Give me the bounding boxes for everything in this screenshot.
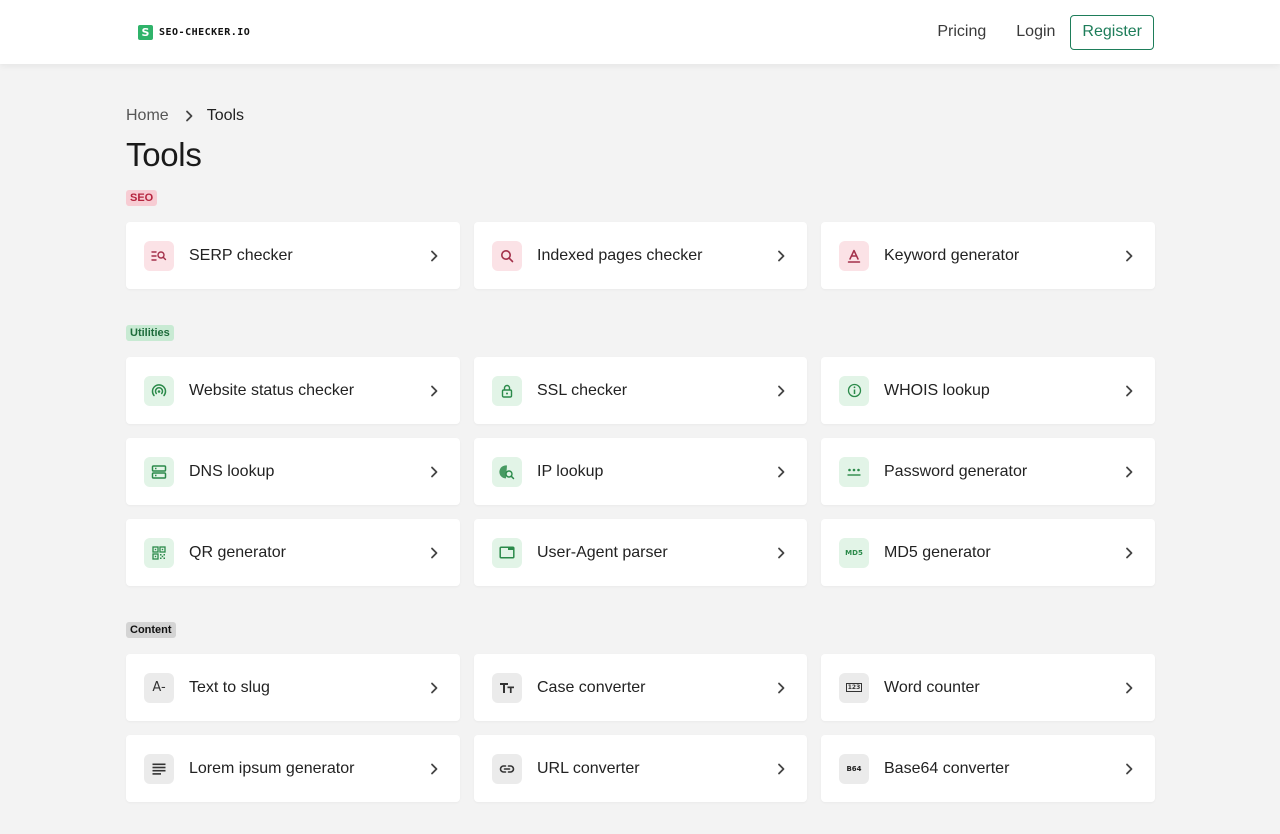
breadcrumb: Home Tools: [126, 106, 1154, 126]
chevron-right-icon: [775, 547, 787, 559]
slug-icon-text: A-: [152, 680, 166, 695]
tool-label: DNS lookup: [189, 462, 275, 480]
chevron-right-icon: [1123, 682, 1135, 694]
chevron-right-icon: [1123, 466, 1135, 478]
logo-link[interactable]: S SEO-CHECKER.IO: [138, 24, 251, 40]
tool-label: Text to slug: [189, 678, 270, 696]
tool-label: Word counter: [884, 678, 980, 696]
md5-icon-text: MD5: [845, 548, 863, 557]
chevron-right-icon: [185, 110, 193, 122]
tool-card-ssl-checker[interactable]: SSL checker: [474, 357, 807, 424]
page-title: Tools: [126, 136, 202, 173]
section-badge-content: Content: [126, 622, 176, 638]
tool-label: Lorem ipsum generator: [189, 759, 355, 777]
password-icon: [839, 456, 869, 487]
tool-card-user-agent-parser[interactable]: User-Agent parser: [474, 519, 807, 586]
chevron-right-icon: [428, 763, 440, 775]
qr-code-icon: [144, 537, 174, 568]
top-nav: Pricing Login Register: [922, 14, 1154, 50]
server-icon: [144, 456, 174, 487]
tool-card-qr-generator[interactable]: QR generator: [126, 519, 460, 586]
register-button[interactable]: Register: [1070, 14, 1154, 50]
lock-icon: [492, 375, 522, 406]
chevron-right-icon: [428, 547, 440, 559]
section-utilities: Utilities Website status checker SSL che…: [126, 323, 1155, 586]
tool-card-lorem-ipsum-generator[interactable]: Lorem ipsum generator: [126, 735, 460, 802]
tool-label: SSL checker: [537, 381, 628, 399]
breadcrumb-current: Tools: [206, 107, 245, 124]
section-seo: SEO SERP checker Indexed pages checker K…: [126, 188, 1155, 289]
tool-card-word-counter[interactable]: 123 Word counter: [821, 654, 1155, 721]
section-badge-utilities: Utilities: [126, 325, 174, 341]
section-badge-seo: SEO: [126, 190, 158, 206]
chevron-right-icon: [775, 682, 787, 694]
paragraph-icon: [144, 753, 174, 784]
tool-card-base64-converter[interactable]: B64 Base64 converter: [821, 735, 1155, 802]
link-icon: [492, 753, 522, 784]
chevron-right-icon: [775, 466, 787, 478]
tool-label: Base64 converter: [884, 759, 1010, 777]
base64-icon: B64: [839, 753, 869, 784]
chevron-right-icon: [1123, 547, 1135, 559]
tool-card-case-converter[interactable]: Case converter: [474, 654, 807, 721]
globe-search-icon: [492, 456, 522, 487]
tool-label: Password generator: [884, 462, 1028, 480]
chevron-right-icon: [1123, 763, 1135, 775]
logo-text: SEO-CHECKER.IO: [159, 26, 251, 38]
tool-label: Case converter: [537, 678, 646, 696]
tool-label: IP lookup: [537, 462, 604, 480]
tool-label: SERP checker: [189, 246, 293, 264]
nav-login-link[interactable]: Login: [1001, 23, 1070, 41]
tool-card-whois-lookup[interactable]: WHOIS lookup: [821, 357, 1155, 424]
breadcrumb-home-link[interactable]: Home: [126, 107, 169, 125]
chevron-right-icon: [428, 250, 440, 262]
md5-icon: MD5: [839, 537, 869, 568]
slug-icon: A-: [144, 672, 174, 703]
tool-label: MD5 generator: [884, 543, 991, 561]
tool-card-indexed-pages-checker[interactable]: Indexed pages checker: [474, 222, 807, 289]
tool-label: WHOIS lookup: [884, 381, 990, 399]
chevron-right-icon: [428, 385, 440, 397]
site-header: S SEO-CHECKER.IO Pricing Login Register: [0, 0, 1280, 64]
tool-card-url-converter[interactable]: URL converter: [474, 735, 807, 802]
tool-label: Website status checker: [189, 381, 355, 399]
tool-label: Indexed pages checker: [537, 246, 703, 264]
nav-pricing-link[interactable]: Pricing: [922, 23, 1001, 41]
tool-card-ip-lookup[interactable]: IP lookup: [474, 438, 807, 505]
chevron-right-icon: [775, 385, 787, 397]
search-icon: [492, 240, 522, 271]
chevron-right-icon: [1123, 250, 1135, 262]
tool-card-password-generator[interactable]: Password generator: [821, 438, 1155, 505]
tool-card-serp-checker[interactable]: SERP checker: [126, 222, 460, 289]
tool-label: Keyword generator: [884, 246, 1020, 264]
text-case-icon: [492, 672, 522, 703]
base64-icon-text: B64: [846, 764, 862, 773]
logo-mark-icon: S: [138, 24, 153, 40]
tool-label: QR generator: [189, 543, 286, 561]
section-content: Content A- Text to slug Case converter 1…: [126, 620, 1155, 802]
counter-icon: 123: [839, 672, 869, 703]
chevron-right-icon: [1123, 385, 1135, 397]
tool-card-text-to-slug[interactable]: A- Text to slug: [126, 654, 460, 721]
chevron-right-icon: [428, 682, 440, 694]
tool-card-keyword-generator[interactable]: Keyword generator: [821, 222, 1155, 289]
chevron-right-icon: [428, 466, 440, 478]
counter-icon-text: 123: [845, 683, 863, 692]
tool-card-dns-lookup[interactable]: DNS lookup: [126, 438, 460, 505]
serp-icon: [144, 240, 174, 271]
main-content: Home Tools Tools SEO SERP checker Indexe…: [126, 64, 1155, 802]
signal-icon: [144, 375, 174, 406]
chevron-right-icon: [775, 250, 787, 262]
tool-card-md5-generator[interactable]: MD5 MD5 generator: [821, 519, 1155, 586]
chevron-right-icon: [775, 763, 787, 775]
text-a-underline-icon: [839, 240, 869, 271]
tool-card-website-status-checker[interactable]: Website status checker: [126, 357, 460, 424]
browser-window-icon: [492, 537, 522, 568]
tool-label: URL converter: [537, 759, 640, 777]
tool-label: User-Agent parser: [537, 543, 668, 561]
info-icon: [839, 375, 869, 406]
